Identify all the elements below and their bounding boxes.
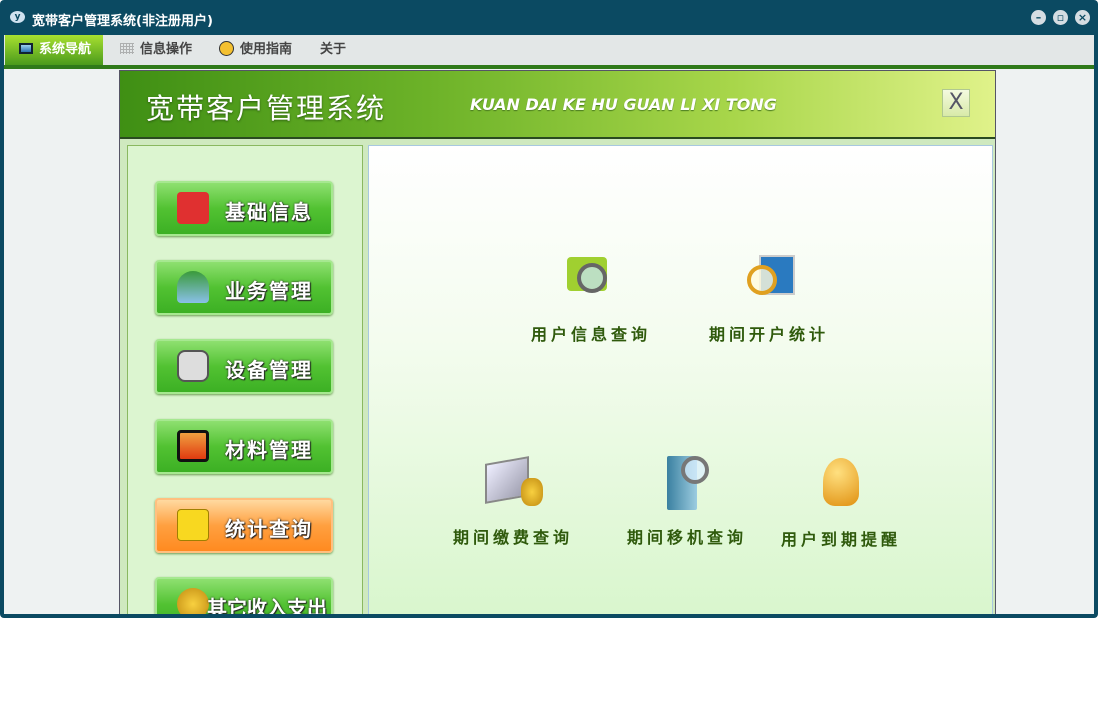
sidebar-label: 基础信息 bbox=[225, 200, 313, 224]
period-account-stats[interactable]: 期间开户统计 bbox=[694, 251, 844, 345]
header-subtitle: KUAN DAI KE HU GUAN LI XI TONG bbox=[470, 95, 777, 114]
item-label: 用户信息查询 bbox=[530, 325, 651, 344]
book-magnifier-icon bbox=[657, 454, 717, 514]
panel-close-button[interactable]: X bbox=[942, 89, 970, 117]
title-bar: y 宽带客户管理系统(非注册用户) – ▫ × bbox=[0, 0, 1098, 35]
period-payment-query[interactable]: 期间缴费查询 bbox=[438, 454, 588, 548]
user-expiry-reminder[interactable]: 用户到期提醒 bbox=[766, 456, 916, 550]
sidebar-item-other-income[interactable]: 其它收入支出 bbox=[155, 577, 333, 614]
app-window: y 宽带客户管理系统(非注册用户) – ▫ × 系统导航 信息操作 使用指南 关… bbox=[0, 0, 1098, 618]
user-info-query[interactable]: 用户信息查询 bbox=[516, 251, 666, 345]
sidebar-item-equipment[interactable]: 设备管理 bbox=[155, 339, 333, 394]
magnifier-monitor-icon bbox=[739, 251, 799, 311]
menu-label: 信息操作 bbox=[140, 42, 193, 57]
item-label: 期间移机查询 bbox=[626, 528, 747, 547]
sidebar-item-materials[interactable]: 材料管理 bbox=[155, 419, 333, 474]
menu-user-guide[interactable]: 使用指南 bbox=[219, 35, 292, 65]
app-logo-icon: y bbox=[10, 11, 25, 23]
grid-icon bbox=[120, 43, 134, 54]
sidebar-item-basic-info[interactable]: 基础信息 bbox=[155, 181, 333, 236]
help-icon bbox=[219, 41, 234, 56]
sidebar-label: 设备管理 bbox=[225, 358, 313, 382]
alert-monitor-icon bbox=[177, 192, 209, 224]
monitor-icon bbox=[177, 430, 209, 462]
header-title: 宽带客户管理系统 bbox=[146, 92, 387, 125]
item-label: 期间缴费查询 bbox=[452, 528, 573, 547]
minimize-button[interactable]: – bbox=[1031, 10, 1046, 25]
restore-button[interactable]: ▫ bbox=[1053, 10, 1068, 25]
window-title: 宽带客户管理系统(非注册用户) bbox=[32, 14, 213, 29]
menu-system-nav[interactable]: 系统导航 bbox=[5, 35, 104, 65]
menu-info-ops[interactable]: 信息操作 bbox=[120, 35, 192, 65]
client-area: 系统导航 信息操作 使用指南 关于 宽带客户管理系统 KUAN DAI KE H… bbox=[4, 35, 1094, 614]
menu-label: 关于 bbox=[320, 42, 347, 57]
main-content: 用户信息查询 期间开户统计 期间缴费查询 期间移机查询 用户到期提醒 bbox=[368, 145, 993, 614]
close-button[interactable]: × bbox=[1075, 10, 1090, 25]
monitor-icon bbox=[19, 43, 33, 54]
bell-icon bbox=[811, 456, 871, 516]
sidebar-item-statistics[interactable]: 统计查询 bbox=[155, 498, 333, 553]
sidebar-label: 材料管理 bbox=[225, 438, 313, 462]
item-label: 期间开户统计 bbox=[708, 325, 829, 344]
item-label: 用户到期提醒 bbox=[780, 530, 901, 549]
sidebar-item-business[interactable]: 业务管理 bbox=[155, 260, 333, 315]
menu-label: 系统导航 bbox=[39, 42, 92, 57]
menu-label: 使用指南 bbox=[240, 42, 293, 57]
chart-coins-icon bbox=[483, 454, 543, 514]
rss-icon bbox=[177, 509, 209, 541]
magnifier-document-icon bbox=[561, 251, 621, 311]
contact-card-icon bbox=[177, 350, 209, 382]
sidebar-label: 业务管理 bbox=[225, 279, 313, 303]
menu-about[interactable]: 关于 bbox=[320, 35, 346, 65]
navigation-panel: 宽带客户管理系统 KUAN DAI KE HU GUAN LI XI TONG … bbox=[119, 70, 996, 614]
sidebar: 基础信息 业务管理 设备管理 材料管理 统计查询 其它收入支出 bbox=[127, 145, 363, 614]
coins-icon bbox=[177, 588, 209, 614]
sidebar-label: 统计查询 bbox=[225, 517, 313, 541]
menu-bar: 系统导航 信息操作 使用指南 关于 bbox=[4, 35, 1094, 69]
user-check-icon bbox=[177, 271, 209, 303]
panel-header: 宽带客户管理系统 KUAN DAI KE HU GUAN LI XI TONG … bbox=[120, 71, 995, 139]
period-relocation-query[interactable]: 期间移机查询 bbox=[612, 454, 762, 548]
sidebar-label: 其它收入支出 bbox=[207, 596, 327, 614]
